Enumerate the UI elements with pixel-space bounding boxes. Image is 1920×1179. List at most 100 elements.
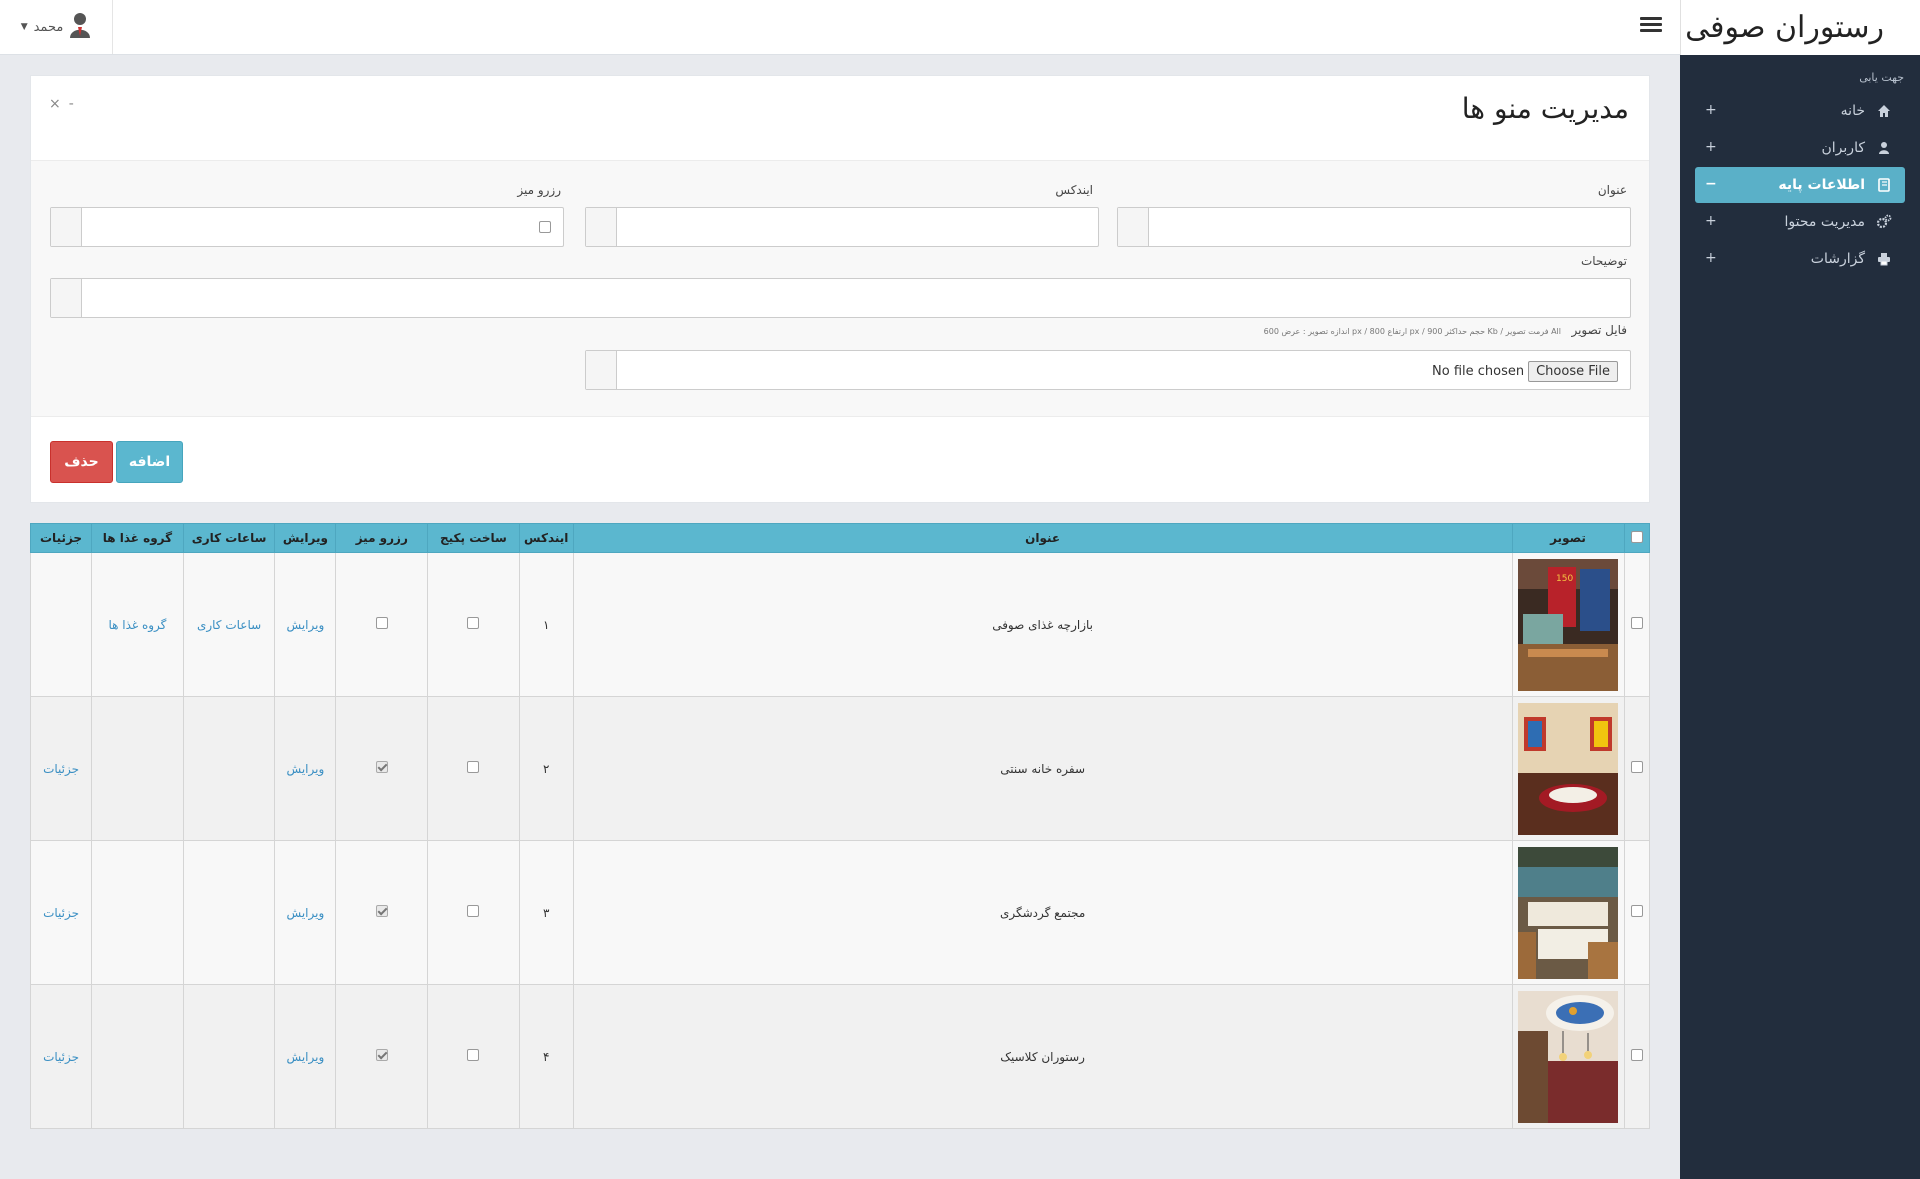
row-checkbox[interactable] <box>1630 617 1643 629</box>
select-all-checkbox[interactable] <box>1630 530 1643 543</box>
package-checkbox[interactable] <box>467 905 480 917</box>
food-groups-link[interactable]: گروه غذا ها <box>108 618 166 632</box>
title-cell: بازارچه غذای صوفی <box>572 552 1513 697</box>
image-cell: 150 <box>1511 552 1625 697</box>
row-checkbox[interactable] <box>1630 761 1643 773</box>
svg-text:150: 150 <box>1556 574 1573 584</box>
collapse-icon[interactable]: - <box>69 96 74 112</box>
page-title: مدیریت منو ها <box>1461 92 1629 125</box>
table-row: گروه غذا ها ساعات کاری ویرایش ۱ بازارچه … <box>29 552 1651 697</box>
edit-cell: ویرایش <box>274 984 337 1129</box>
select-cell <box>1623 552 1651 697</box>
menu-management-panel: مدیریت منو ها × - عنوان ایندکس رزرو میز … <box>30 75 1650 503</box>
index-cell: ۱ <box>518 552 574 697</box>
select-cell <box>1623 984 1651 1129</box>
sidebar-item-reports[interactable]: + گزارشات <box>1695 241 1905 277</box>
package-cell <box>427 840 520 985</box>
image-file-field[interactable]: No file chosen Choose File <box>585 350 1631 390</box>
package-cell <box>427 552 520 697</box>
details-cell: جزئیات <box>29 696 93 841</box>
col-food-groups: گروه غذا ها <box>91 523 184 553</box>
index-input[interactable] <box>618 208 1098 246</box>
food-bazaar-image: 150 <box>1518 558 1619 691</box>
col-reserve: رزرو میز <box>335 523 429 553</box>
col-image: تصویر <box>1511 523 1625 553</box>
index-cell: ۳ <box>518 840 574 985</box>
details-cell <box>29 552 93 697</box>
description-input[interactable] <box>83 279 1630 317</box>
title-field[interactable] <box>1117 207 1631 247</box>
index-cell: ۴ <box>518 984 574 1129</box>
edit-link[interactable]: ویرایش <box>287 618 325 632</box>
sidebar-item-users[interactable]: + کاربران <box>1695 130 1905 166</box>
description-label: توضیحات <box>1580 254 1627 268</box>
sidebar-item-label: خانه <box>1840 103 1865 119</box>
home-icon <box>1875 102 1893 120</box>
image-cell <box>1511 696 1625 841</box>
details-link[interactable]: جزئیات <box>43 762 79 776</box>
hours-cell: ساعات کاری <box>182 552 276 697</box>
package-checkbox[interactable] <box>467 617 480 629</box>
sidebar-item-home[interactable]: + خانه <box>1695 93 1905 129</box>
edit-cell: ویرایش <box>274 552 337 697</box>
user-menu[interactable]: ▼ محمد <box>0 0 113 54</box>
edit-link[interactable]: ویرایش <box>287 1050 325 1064</box>
reserve-checkbox[interactable] <box>375 905 388 917</box>
details-cell: جزئیات <box>29 840 93 985</box>
reserve-label: رزرو میز <box>517 183 561 197</box>
reserve-checkbox[interactable] <box>375 1049 388 1061</box>
row-checkbox[interactable] <box>1630 1049 1643 1061</box>
sidebar-item-label: مدیریت محتوا <box>1784 214 1865 230</box>
groups-cell: گروه غذا ها <box>91 552 184 697</box>
topbar: ▼ محمد <box>0 0 1680 55</box>
reserve-checkbox[interactable] <box>375 617 388 629</box>
traditional-dining-image <box>1518 702 1619 835</box>
reserve-checkbox[interactable] <box>375 761 388 773</box>
gears-icon <box>1875 213 1893 231</box>
sidebar: رستوران صوفی جهت یابی + خانه + کاربران −… <box>1680 0 1920 1179</box>
sidebar-item-label: کاربران <box>1821 140 1865 156</box>
choose-file-button[interactable]: Choose File <box>1528 361 1618 382</box>
classic-restaurant-image <box>1518 990 1619 1123</box>
edit-link[interactable]: ویرایش <box>287 906 325 920</box>
title-input[interactable] <box>1150 208 1630 246</box>
title-label: عنوان <box>1597 183 1627 197</box>
hours-cell <box>182 984 276 1129</box>
close-icon[interactable]: × <box>49 96 61 112</box>
expand-icon: + <box>1705 139 1717 155</box>
row-checkbox[interactable] <box>1630 905 1643 917</box>
menu-toggle-icon[interactable] <box>1640 14 1662 35</box>
sidebar-item-base-info[interactable]: − اطلاعات پایه <box>1695 167 1905 203</box>
select-all-cell <box>1623 523 1651 553</box>
no-file-text: No file chosen <box>1432 364 1525 379</box>
image-hint: اندازه تصویر : عرض 600 px / ارتفاع 800 p… <box>1263 327 1561 336</box>
groups-cell <box>91 696 184 841</box>
edit-link[interactable]: ویرایش <box>287 762 325 776</box>
work-hours-link[interactable]: ساعات کاری <box>197 618 261 632</box>
select-cell <box>1623 840 1651 985</box>
brand-title: رستوران صوفی <box>1680 0 1920 55</box>
delete-button[interactable]: حذف <box>50 441 113 483</box>
book-icon <box>1875 176 1893 194</box>
expand-icon: + <box>1705 213 1717 229</box>
title-cell: رستوران کلاسیک <box>572 984 1513 1129</box>
expand-icon: + <box>1705 102 1717 118</box>
reserve-checkbox[interactable] <box>539 221 551 233</box>
package-checkbox[interactable] <box>467 761 480 773</box>
details-link[interactable]: جزئیات <box>43 1050 79 1064</box>
description-field[interactable] <box>50 278 1631 318</box>
package-checkbox[interactable] <box>467 1049 480 1061</box>
caret-down-icon: ▼ <box>20 22 28 32</box>
title-cell: سفره خانه سنتی <box>572 696 1513 841</box>
add-button[interactable]: اضافه <box>116 441 183 483</box>
table-header-row: جزئیات گروه غذا ها ساعات کاری ویرایش رزر… <box>29 523 1651 553</box>
index-field[interactable] <box>585 207 1099 247</box>
details-link[interactable]: جزئیات <box>43 906 79 920</box>
groups-cell <box>91 840 184 985</box>
hours-cell <box>182 840 276 985</box>
package-cell <box>427 696 520 841</box>
sidebar-item-content[interactable]: + مدیریت محتوا <box>1695 204 1905 240</box>
form-body: عنوان ایندکس رزرو میز توضیحات فایل تصویر… <box>31 161 1649 417</box>
col-edit: ویرایش <box>274 523 337 553</box>
reserve-cell <box>335 840 429 985</box>
